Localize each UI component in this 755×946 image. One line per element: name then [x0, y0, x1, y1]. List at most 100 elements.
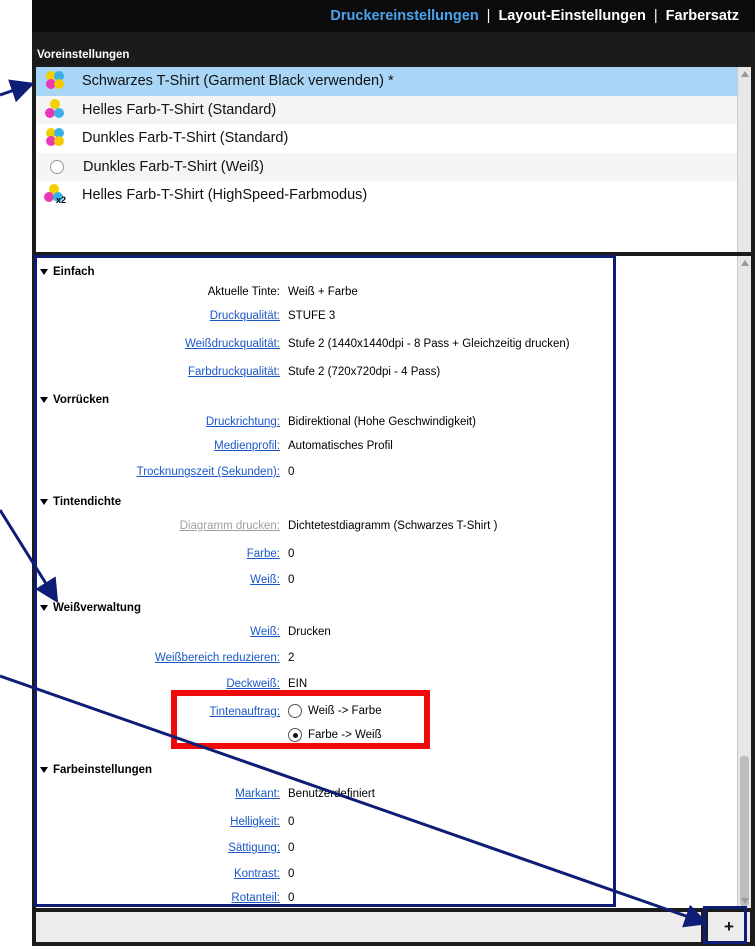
section-farbeinstellungen[interactable]: Farbeinstellungen	[40, 764, 152, 776]
section-title: Weißverwaltung	[53, 602, 141, 614]
helligkeit-link[interactable]: Helligkeit:	[230, 816, 280, 828]
saettigung-link[interactable]: Sättigung:	[228, 842, 280, 854]
preset-label: Helles Farb-T-Shirt (Standard)	[82, 101, 277, 118]
row-druckqualitaet: Druckqualität: STUFE 3	[36, 310, 736, 328]
radio-label: Weiß -> Farbe	[308, 705, 382, 717]
medienprofil-value: Automatisches Profil	[288, 440, 393, 452]
row-saettigung: Sättigung: 0	[36, 842, 736, 860]
row-deckweiss: Deckweiß: EIN	[36, 678, 736, 696]
settings-scrollbar[interactable]	[737, 256, 751, 908]
weissbereich-link[interactable]: Weißbereich reduzieren:	[155, 652, 280, 664]
radio-farbe-weiss[interactable]: Farbe -> Weiß	[288, 728, 382, 742]
tab-druckereinstellungen[interactable]: Druckereinstellungen	[322, 8, 486, 24]
preset-label: Helles Farb-T-Shirt (HighSpeed-Farbmodus…	[82, 187, 368, 204]
preset-label: Dunkles Farb-T-Shirt (Standard)	[82, 130, 289, 147]
kontrast-link[interactable]: Kontrast:	[234, 868, 280, 880]
weissbereich-value: 2	[288, 652, 295, 664]
farbdruckqualitaet-value: Stufe 2 (720x720dpi - 4 Pass)	[288, 366, 441, 378]
row-druckrichtung: Druckrichtung: Bidirektional (Hohe Gesch…	[36, 416, 736, 434]
row-kontrast: Kontrast: 0	[36, 868, 736, 886]
radio-weiss-farbe[interactable]: Weiß -> Farbe	[288, 704, 382, 718]
rotanteil-link[interactable]: Rotanteil:	[231, 892, 280, 904]
trocknungszeit-value: 0	[288, 466, 295, 478]
druckrichtung-link[interactable]: Druckrichtung:	[206, 416, 280, 428]
row-farbe: Farbe: 0	[36, 548, 736, 566]
section-title: Tintendichte	[53, 496, 122, 508]
section-tintendichte[interactable]: Tintendichte	[40, 496, 121, 508]
row-weissdruckqualitaet: Weißdruckqualität: Stufe 2 (1440x1440dpi…	[36, 338, 736, 356]
trocknungszeit-link[interactable]: Trocknungszeit (Sekunden):	[137, 466, 280, 478]
weiss-value: Drucken	[288, 626, 331, 638]
preset-label: Schwarzes T-Shirt (Garment Black verwend…	[82, 73, 394, 90]
weiss-link[interactable]: Weiß:	[250, 626, 280, 638]
preset-item-dunkles-tshirt[interactable]: Dunkles Farb-T-Shirt (Standard)	[36, 124, 737, 153]
section-einfach[interactable]: Einfach	[40, 266, 95, 278]
markant-value: Benutzerdefiniert	[288, 788, 375, 800]
aktuelle-tinte-label: Aktuelle Tinte:	[207, 286, 280, 298]
tintenauftrag-link[interactable]: Tintenauftrag:	[209, 706, 280, 718]
farbdruckqualitaet-link[interactable]: Farbdruckqualität:	[188, 366, 280, 378]
white-circle-icon	[50, 159, 64, 174]
druckqualitaet-value: STUFE 3	[288, 310, 336, 322]
preset-item-helles-tshirt[interactable]: Helles Farb-T-Shirt (Standard)	[36, 95, 737, 124]
row-farbdruckqualitaet: Farbdruckqualität: Stufe 2 (720x720dpi -…	[36, 366, 736, 384]
scroll-thumb[interactable]	[740, 756, 749, 906]
expand-triangle-icon[interactable]	[40, 767, 48, 773]
aktuelle-tinte-value: Weiß + Farbe	[288, 286, 358, 298]
section-vorruecken[interactable]: Vorrücken	[40, 394, 109, 406]
cmyk-dots-icon	[44, 70, 68, 92]
weissdruckqualitaet-link[interactable]: Weißdruckqualität:	[185, 338, 280, 350]
farbe-value: 0	[288, 548, 295, 560]
radio-label: Farbe -> Weiß	[308, 729, 382, 741]
row-diagramm-drucken: Diagramm drucken: Dichtetestdiagramm (Sc…	[36, 520, 736, 538]
expand-triangle-icon[interactable]	[40, 605, 48, 611]
scroll-up-icon[interactable]	[741, 71, 749, 77]
preset-scrollbar[interactable]	[737, 67, 751, 277]
markant-link[interactable]: Markant:	[235, 788, 280, 800]
expand-triangle-icon[interactable]	[40, 397, 48, 403]
diagramm-drucken-value: Dichtetestdiagramm (Schwarzes T-Shirt )	[288, 520, 498, 532]
row-weissbereich: Weißbereich reduzieren: 2	[36, 652, 736, 670]
expand-triangle-icon[interactable]	[40, 499, 48, 505]
row-markant: Markant: Benutzerdefiniert	[36, 788, 736, 806]
row-rotanteil: Rotanteil: 0	[36, 892, 736, 908]
presets-title: Voreinstellungen	[37, 49, 130, 61]
preset-item-dunkles-tshirt-weiss[interactable]: Dunkles Farb-T-Shirt (Weiß)	[36, 152, 737, 181]
preset-item-helles-tshirt-highspeed[interactable]: x2 Helles Farb-T-Shirt (HighSpeed-Farbmo…	[36, 181, 737, 210]
settings-panel: Einfach Aktuelle Tinte: Weiß + Farbe Dru…	[32, 252, 755, 912]
cmyk-dots-icon	[44, 127, 68, 149]
scroll-down-icon[interactable]	[741, 898, 749, 904]
arrow-to-presets	[0, 79, 35, 103]
kontrast-value: 0	[288, 868, 295, 880]
medienprofil-link[interactable]: Medienprofil:	[214, 440, 280, 452]
druckqualitaet-link[interactable]: Druckqualität:	[210, 310, 280, 322]
weissdruckqualitaet-value: Stufe 2 (1440x1440dpi - 8 Pass + Gleichz…	[288, 338, 570, 350]
highspeed-dots-icon: x2	[44, 184, 68, 206]
weiss-dichte-value: 0	[288, 574, 295, 586]
helligkeit-value: 0	[288, 816, 295, 828]
radio-circle-selected[interactable]	[288, 728, 302, 742]
row-tintenauftrag: Tintenauftrag:	[36, 706, 736, 724]
radio-circle[interactable]	[288, 704, 302, 718]
add-button[interactable]: +	[708, 912, 750, 942]
row-weiss: Weiß: Drucken	[36, 626, 736, 644]
preset-list: Schwarzes T-Shirt (Garment Black verwend…	[36, 67, 737, 277]
weiss-dichte-link[interactable]: Weiß:	[250, 574, 280, 586]
diagramm-drucken-link[interactable]: Diagramm drucken:	[180, 520, 280, 532]
preset-item-schwarzes-tshirt[interactable]: Schwarzes T-Shirt (Garment Black verwend…	[36, 67, 737, 96]
bottom-bar: +	[32, 912, 755, 946]
bottom-bar-field	[36, 912, 701, 942]
section-title: Einfach	[53, 266, 95, 278]
farbe-link[interactable]: Farbe:	[247, 548, 280, 560]
deckweiss-link[interactable]: Deckweiß:	[226, 678, 280, 690]
expand-triangle-icon[interactable]	[40, 269, 48, 275]
presets-panel: Voreinstellungen Schwarzes T-Shirt (Garm…	[32, 32, 755, 277]
tab-layout-einstellungen[interactable]: Layout-Einstellungen	[490, 8, 653, 24]
preset-label: Dunkles Farb-T-Shirt (Weiß)	[83, 158, 265, 175]
row-helligkeit: Helligkeit: 0	[36, 816, 736, 834]
scroll-up-icon[interactable]	[741, 260, 749, 266]
section-weissverwaltung[interactable]: Weißverwaltung	[40, 602, 141, 614]
druckrichtung-value: Bidirektional (Hohe Geschwindigkeit)	[288, 416, 476, 428]
tab-farbersatz[interactable]: Farbersatz	[658, 8, 747, 24]
top-navigation: Druckereinstellungen | Layout-Einstellun…	[32, 0, 755, 32]
